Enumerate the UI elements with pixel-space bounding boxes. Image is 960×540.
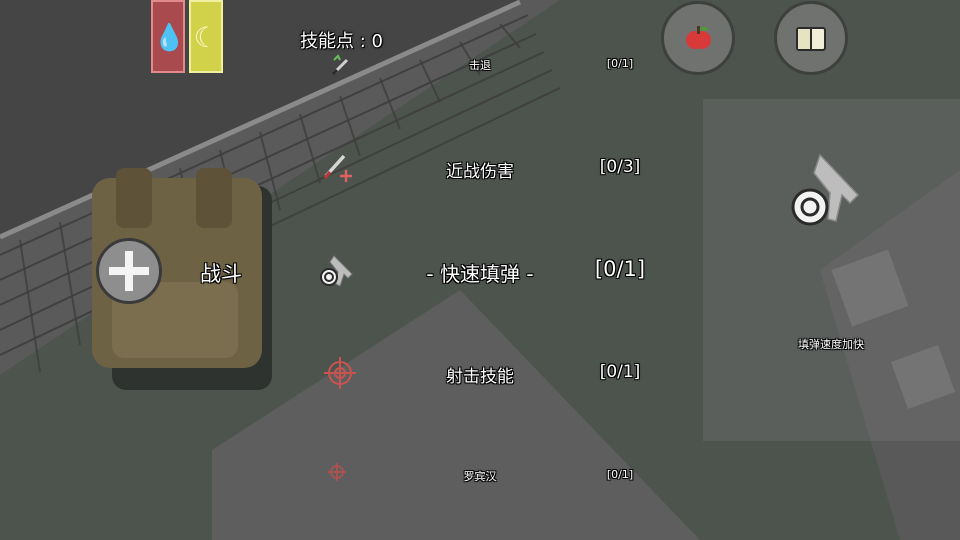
apple-icon: [686, 26, 711, 49]
blood-drop-icon: 💧: [153, 23, 186, 53]
skill-description: 填弹速度加快: [798, 338, 864, 351]
skill-name: 击退: [469, 59, 491, 72]
skill-level: [0/3]: [599, 157, 641, 177]
banana-icon: ☾: [193, 21, 219, 54]
knife-arrow-icon: [331, 54, 349, 76]
skill-level: [0/1]: [606, 57, 634, 70]
skill-name: 罗宾汉: [463, 470, 497, 483]
skill-points-label: 技能点 : 0: [300, 31, 383, 52]
skill-name: - 快速填弹 -: [426, 262, 534, 286]
journal-button[interactable]: [774, 1, 848, 75]
food-bar: ☾: [189, 0, 223, 73]
blood-bar: 💧: [151, 0, 185, 73]
food-button[interactable]: [661, 1, 735, 75]
book-icon: [796, 27, 826, 51]
pistol-reload-icon: [791, 153, 860, 226]
skill-detail-panel: 填弹速度加快: [703, 99, 960, 441]
skill-category-label: 战斗: [200, 262, 242, 286]
pistol-reload-icon: [320, 255, 353, 287]
small-crosshair-icon: [328, 463, 346, 481]
skill-level: [0/1]: [606, 468, 634, 481]
skill-level: [0/1]: [599, 362, 641, 382]
skill-name: 近战伤害: [446, 162, 514, 182]
knife-plus-icon: [323, 154, 352, 182]
add-button[interactable]: [96, 238, 162, 304]
plus-icon: [109, 251, 149, 291]
crosshair-icon: [324, 357, 356, 389]
skill-name: 射击技能: [446, 367, 514, 387]
skill-level: [0/1]: [594, 257, 646, 281]
